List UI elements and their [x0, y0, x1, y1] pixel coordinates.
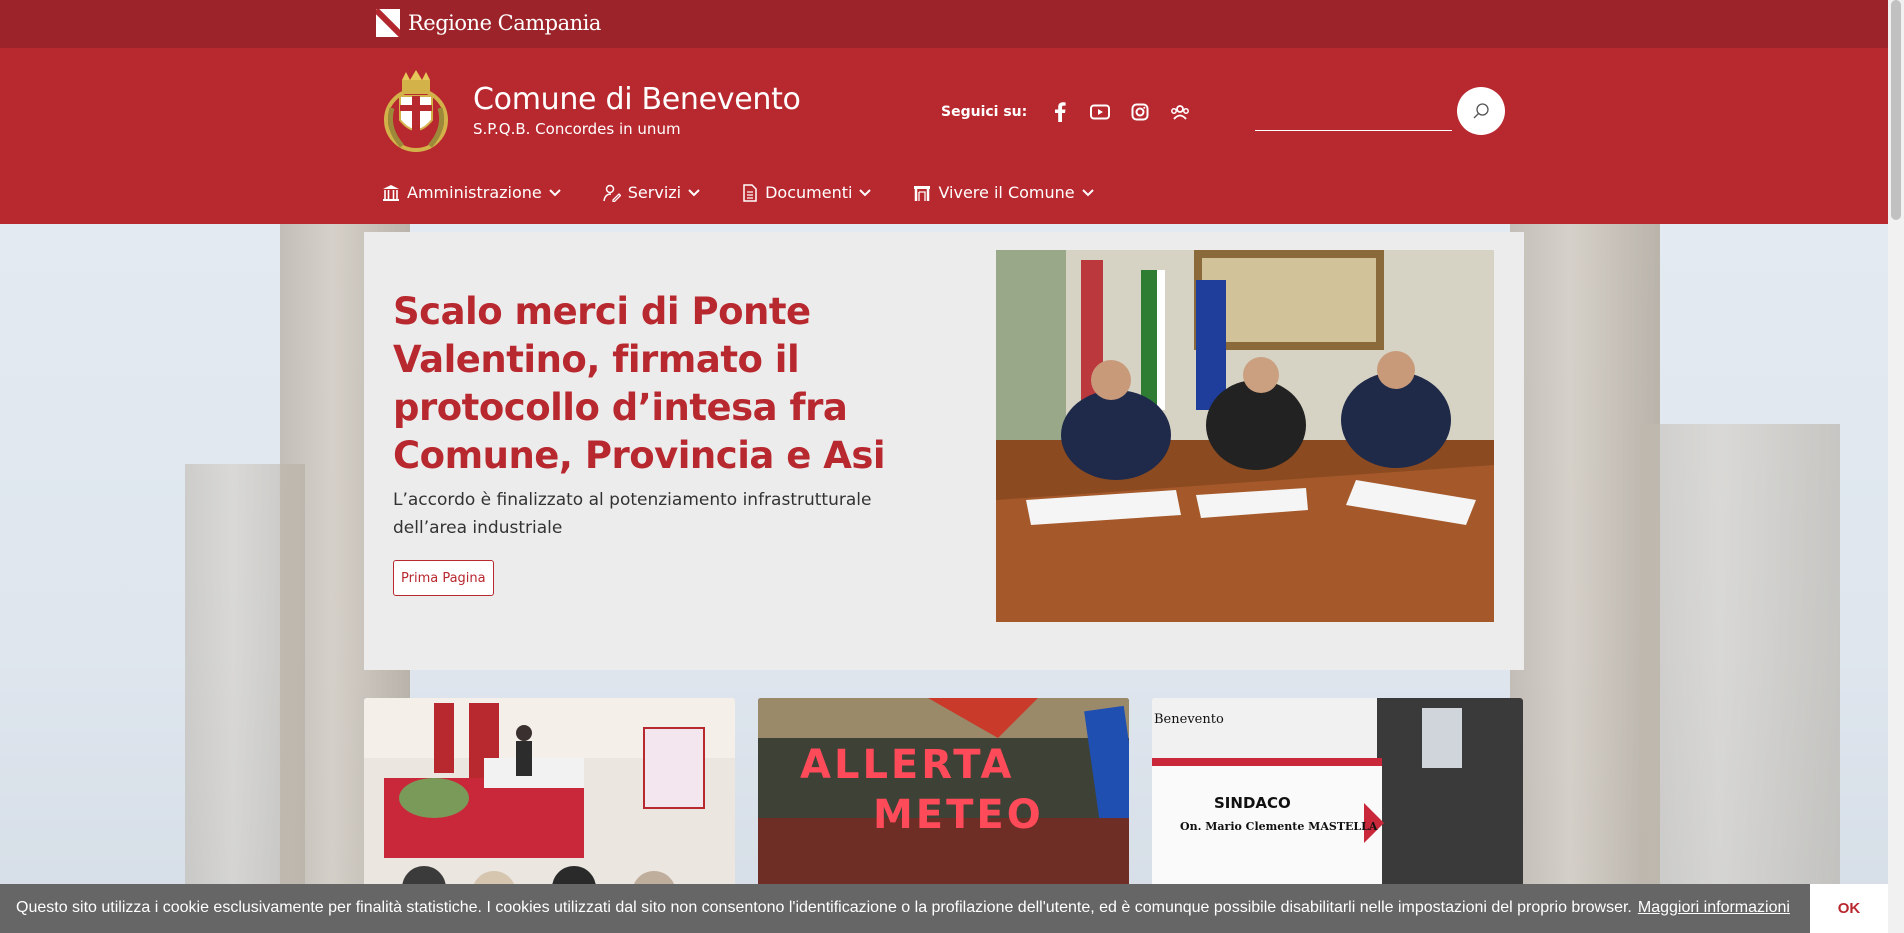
nav-item-servizi[interactable]: Servizi [603, 183, 700, 202]
site-title[interactable]: Comune di Benevento [473, 82, 801, 117]
featured-news-title[interactable]: Scalo merci di Ponte Valentino, firmato … [393, 288, 933, 480]
main-nav: Amministrazione Servizi Documenti Vivere… [382, 183, 1094, 202]
featured-news: Scalo merci di Ponte Valentino, firmato … [364, 232, 1524, 670]
chevron-down-icon [1081, 188, 1094, 196]
card-image-text: Benevento [1154, 712, 1224, 727]
chevron-down-icon [859, 188, 872, 196]
featured-news-description: L’accordo è finalizzato al potenziamento… [393, 490, 872, 538]
card-image-text: METEO [873, 792, 1044, 838]
instagram-icon[interactable] [1129, 101, 1151, 123]
nav-label: Documenti [765, 183, 853, 202]
site-subtitle: S.P.Q.B. Concordes in unum [473, 120, 681, 138]
region-bar: Regione Campania [0, 0, 1888, 48]
nav-item-documenti[interactable]: Documenti [742, 183, 872, 202]
chevron-down-icon [688, 188, 700, 196]
card-image-text: On. Mario Clemente MASTELLA [1180, 820, 1378, 833]
region-name: Regione Campania [408, 11, 601, 35]
city-crest-icon[interactable] [382, 68, 450, 154]
arch-pier-left [185, 464, 305, 933]
nav-item-vivere-il-comune[interactable]: Vivere il Comune [913, 183, 1094, 202]
facebook-icon[interactable] [1049, 101, 1071, 123]
cookie-bar: Questo sito utilizza i cookie esclusivam… [0, 884, 1888, 933]
site-header: Comune di Benevento S.P.Q.B. Concordes i… [0, 48, 1888, 224]
prima-pagina-button[interactable]: Prima Pagina [393, 560, 494, 596]
monument-icon [914, 185, 931, 201]
social-label: Seguici su: [941, 104, 1028, 120]
card-image-text: ALLERTA [800, 742, 1014, 788]
cookie-more-info-link[interactable]: Maggiori informazioni [1638, 899, 1790, 916]
youtube-icon[interactable] [1089, 101, 1111, 123]
building-icon [383, 184, 399, 201]
chevron-down-icon [549, 188, 561, 196]
nav-label: Amministrazione [407, 183, 542, 202]
news-card[interactable] [364, 698, 735, 908]
region-link[interactable]: Regione Campania [376, 9, 601, 37]
search-icon [1473, 103, 1489, 119]
nav-label: Servizi [627, 183, 682, 202]
cookie-message: Questo sito utilizza i cookie esclusivam… [16, 899, 1790, 917]
nav-item-amministrazione[interactable]: Amministrazione [382, 183, 561, 202]
person-edit-icon [603, 184, 621, 202]
social-links: Seguici su: [941, 101, 1191, 123]
region-campania-logo-icon [376, 9, 400, 37]
search-button[interactable] [1457, 87, 1505, 135]
arch-column-right [1510, 224, 1660, 933]
arch-pier-right [1640, 424, 1840, 933]
document-icon [743, 183, 757, 202]
community-icon[interactable] [1169, 101, 1191, 123]
news-card[interactable]: ALLERTA METEO [758, 698, 1129, 908]
featured-news-photo[interactable] [996, 250, 1494, 622]
nav-label: Vivere il Comune [938, 183, 1075, 202]
card-image-text: SINDACO [1214, 794, 1291, 812]
page-scrollbar[interactable] [1888, 0, 1904, 933]
scrollbar-thumb[interactable] [1891, 0, 1901, 220]
cookie-text: Questo sito utilizza i cookie esclusivam… [16, 899, 1632, 916]
news-card[interactable]: Benevento SINDACO On. Mario Clemente MAS… [1152, 698, 1523, 908]
cookie-ok-button[interactable]: OK [1810, 884, 1888, 933]
search-input[interactable] [1255, 130, 1452, 131]
